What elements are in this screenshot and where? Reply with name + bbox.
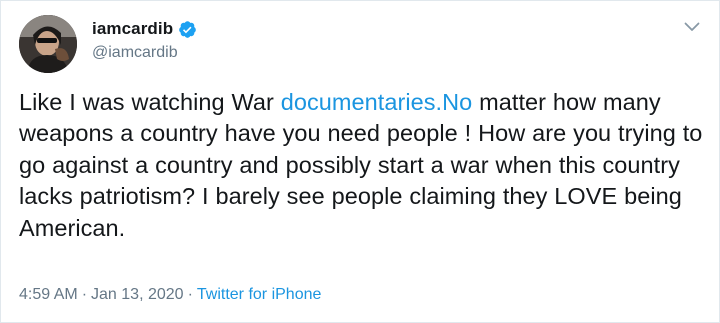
verified-badge-icon [178, 20, 197, 39]
tweet-date[interactable]: Jan 13, 2020 [91, 286, 184, 304]
tweet-source-link[interactable]: Twitter for iPhone [197, 286, 322, 304]
tweet-link[interactable]: documentaries.No [281, 89, 473, 115]
tweet-card: iamcardib @iamcardib Like I was watching… [0, 0, 720, 323]
tweet-time[interactable]: 4:59 AM [19, 286, 78, 304]
tweet-text: Like I was watching War documentaries.No… [19, 87, 709, 244]
avatar-photo [19, 15, 77, 73]
avatar[interactable] [19, 15, 77, 73]
meta-separator: · [187, 286, 193, 303]
user-handle[interactable]: @iamcardib [92, 44, 178, 62]
tweet-text-part: Like I was watching War [19, 89, 281, 115]
tweet-meta: 4:59 AM · Jan 13, 2020 · Twitter for iPh… [19, 286, 321, 304]
user-name-row[interactable]: iamcardib [92, 17, 197, 41]
chevron-down-icon[interactable] [681, 16, 703, 38]
meta-separator: · [81, 286, 88, 303]
display-name[interactable]: iamcardib [92, 19, 173, 39]
